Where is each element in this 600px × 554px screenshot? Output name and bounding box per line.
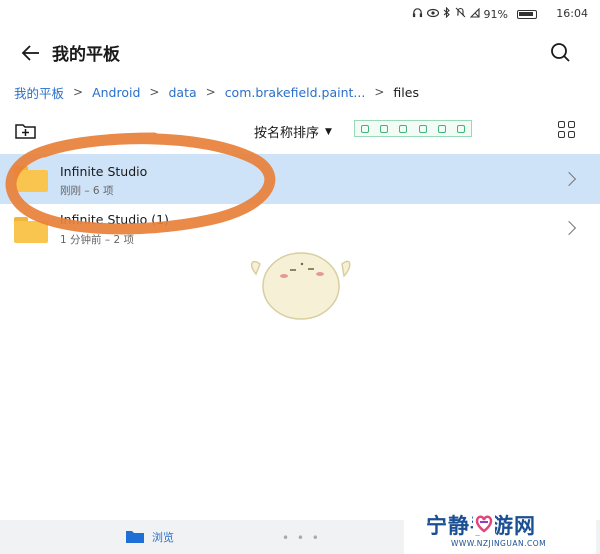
mascot-illustration — [250, 252, 351, 320]
chevron-right-icon: > — [205, 85, 216, 99]
chevron-right-icon: > — [374, 85, 385, 99]
mute-icon — [455, 7, 466, 22]
grid-view-toggle[interactable] — [558, 121, 576, 139]
no-signal-icon — [469, 7, 480, 22]
folder-icon[interactable] — [126, 528, 144, 543]
search-icon — [551, 43, 570, 62]
clock: 16:04 — [556, 7, 588, 20]
status-icons: 91% — [412, 6, 508, 22]
breadcrumb-item-android[interactable]: Android — [92, 85, 140, 100]
annotation-circle — [5, 132, 276, 235]
status-bar — [0, 0, 600, 28]
zoom-icon[interactable] — [360, 124, 369, 133]
grid-cell-icon — [558, 121, 565, 128]
chevron-right-icon: > — [149, 85, 160, 99]
chevron-right-icon — [561, 171, 577, 187]
more-dots: • • • — [282, 531, 321, 545]
breadcrumb-item-files: files — [393, 84, 419, 100]
chevron-right-icon: > — [73, 85, 84, 99]
grid-cell-icon — [568, 131, 575, 138]
page-title: 我的平板 — [52, 45, 120, 65]
eye-icon — [426, 8, 439, 22]
battery-percent: 91% — [483, 7, 508, 21]
breadcrumb-item-data[interactable]: data — [168, 85, 196, 100]
floating-mini-toolbar[interactable] — [354, 120, 472, 137]
fullscreen-icon[interactable] — [399, 124, 408, 133]
battery-icon — [517, 10, 537, 19]
watermark-url: WWW.NZJINGUAN.COM — [451, 539, 547, 548]
back-button[interactable] — [16, 38, 46, 68]
grid-cell-icon — [558, 131, 565, 138]
chevron-right-icon — [561, 220, 577, 236]
breadcrumb-item-package[interactable]: com.brakefield.paint... — [225, 85, 366, 100]
watermark: 宁静手游网 WWW.NZJINGUAN.COM — [404, 508, 596, 554]
save-icon[interactable] — [418, 124, 427, 133]
breadcrumb-item-tablet[interactable]: 我的平板 — [14, 83, 64, 102]
arrow-left-icon — [21, 45, 39, 61]
bluetooth-icon — [443, 6, 451, 22]
tab-browse[interactable]: 浏览 — [152, 529, 174, 545]
breadcrumb: 我的平板 > Android > data > com.brakefield.p… — [14, 82, 419, 102]
clipboard-icon[interactable] — [379, 124, 388, 133]
settings-icon[interactable] — [457, 124, 466, 133]
edit-icon[interactable] — [437, 124, 446, 133]
watermark-logo-icon — [473, 513, 495, 535]
grid-cell-icon — [568, 121, 575, 128]
caret-down-icon: ▼ — [325, 126, 332, 137]
headphones-icon — [412, 7, 423, 22]
search-button[interactable] — [546, 38, 576, 68]
